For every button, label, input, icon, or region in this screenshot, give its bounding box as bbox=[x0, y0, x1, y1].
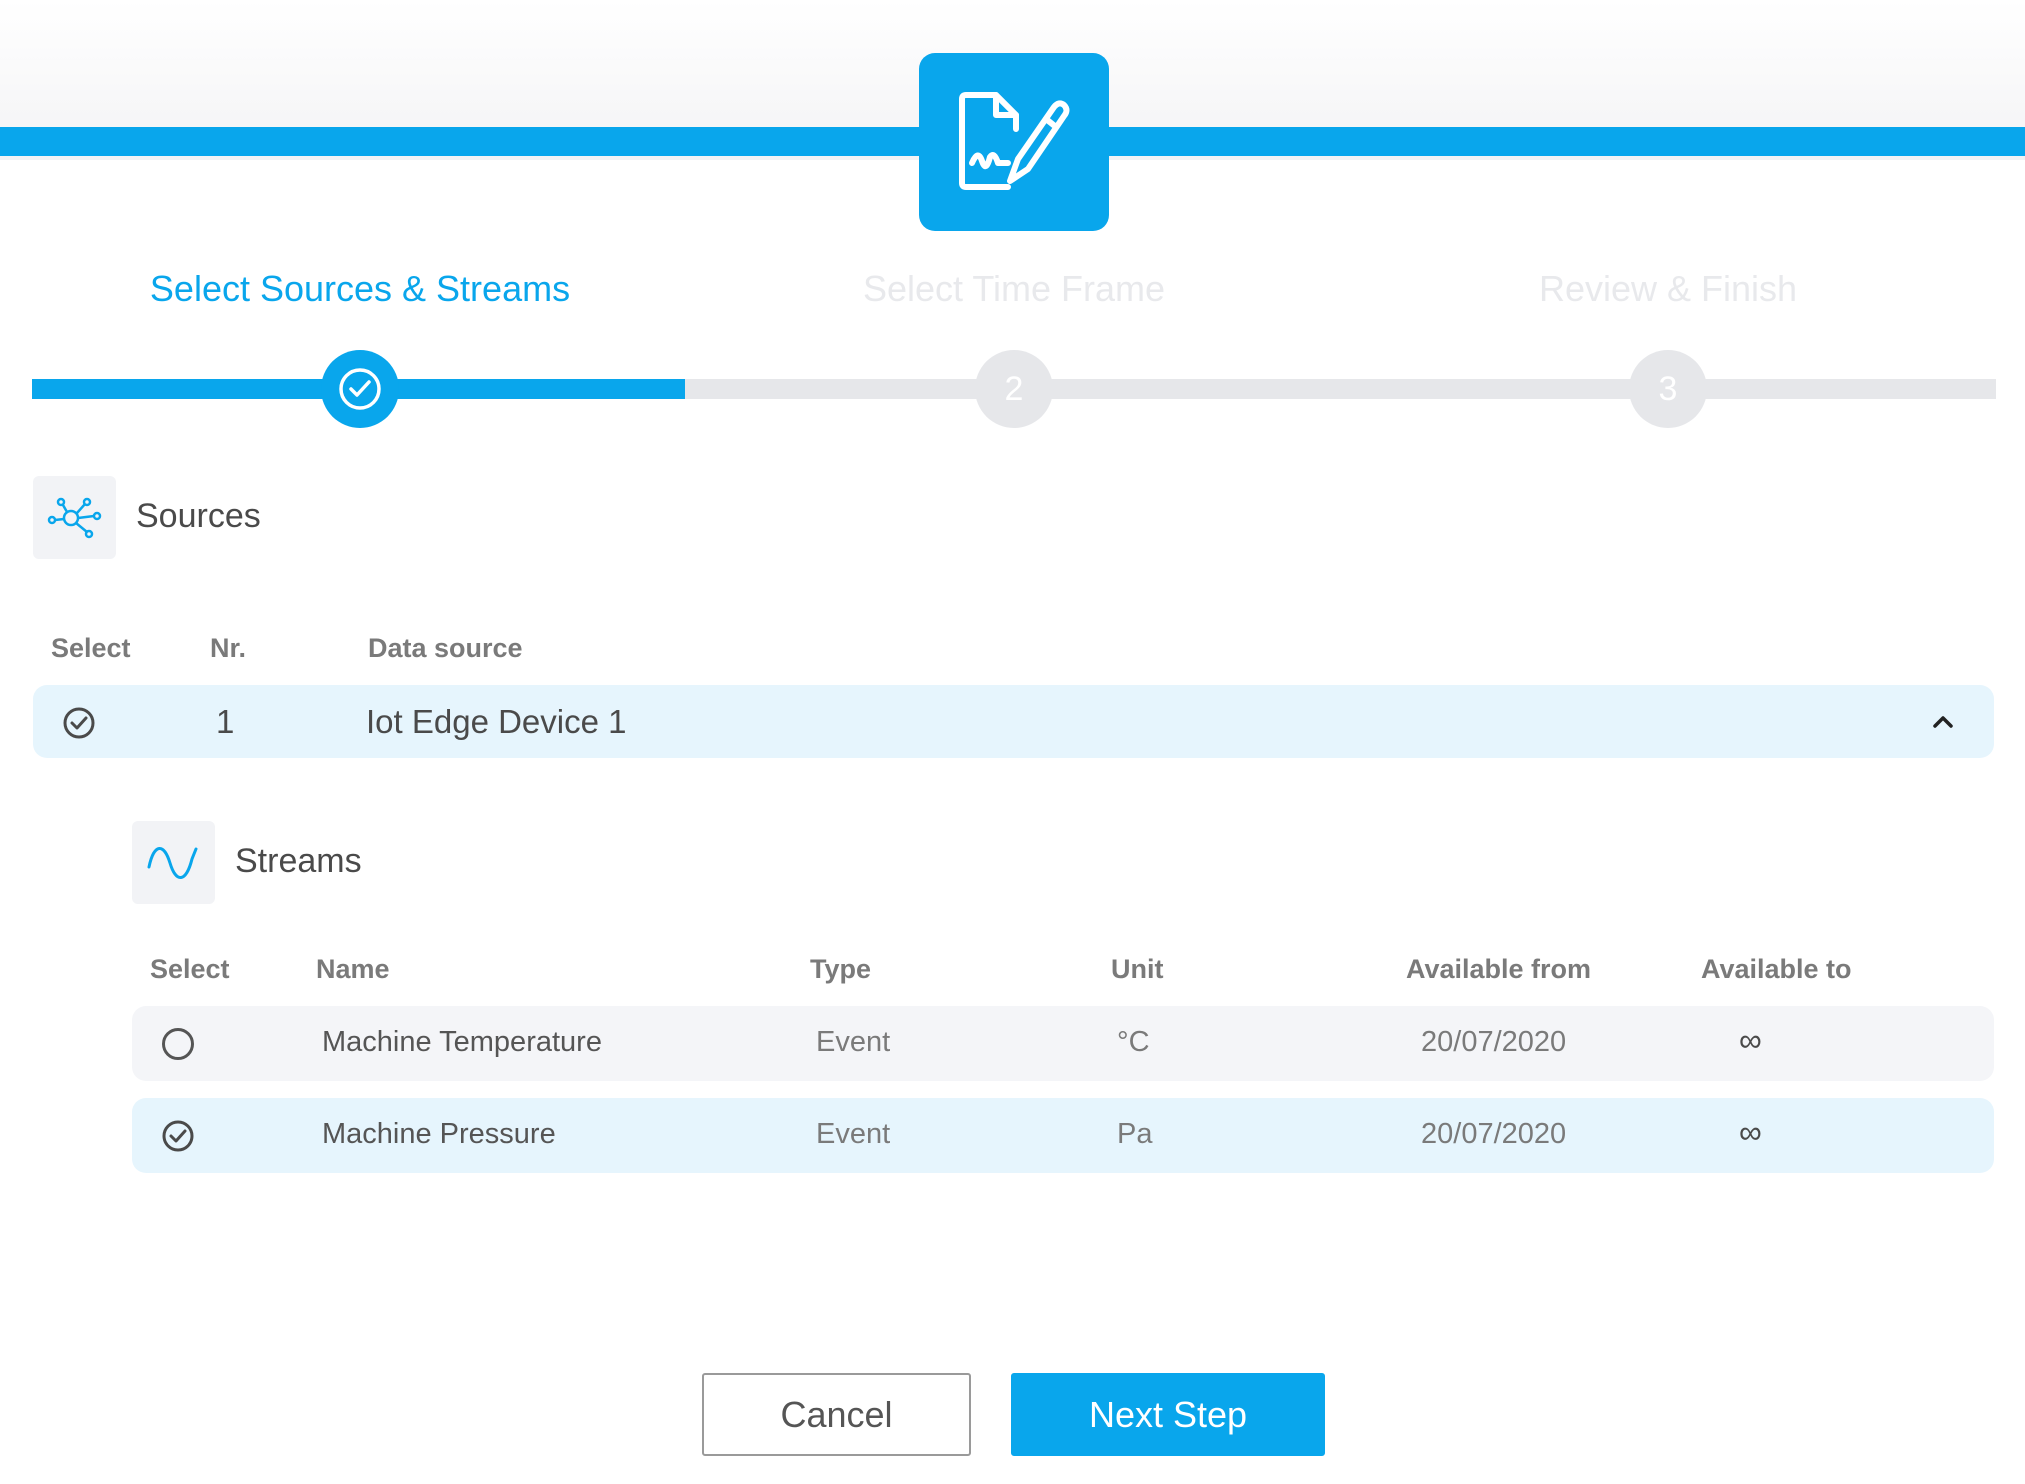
unchecked-radio-icon[interactable] bbox=[162, 1028, 194, 1060]
stream-available-from: 20/07/2020 bbox=[1421, 1118, 1567, 1150]
streams-col-name: Name bbox=[316, 954, 390, 984]
sources-col-data-source: Data source bbox=[368, 633, 523, 663]
stream-row[interactable]: Machine Pressure Event Pa 20/07/2020 ∞ bbox=[132, 1098, 1994, 1173]
checked-circle-icon[interactable] bbox=[62, 706, 96, 740]
streams-col-unit: Unit bbox=[1111, 954, 1164, 984]
streams-section-icon bbox=[132, 821, 215, 904]
stream-name: Machine Temperature bbox=[322, 1026, 602, 1058]
checked-circle-icon[interactable] bbox=[161, 1119, 195, 1153]
step-3-indicator: 3 bbox=[1629, 350, 1707, 428]
streams-col-available-from: Available from bbox=[1406, 954, 1592, 984]
document-signature-icon bbox=[959, 92, 1070, 190]
streams-col-type: Type bbox=[810, 954, 872, 984]
stream-type: Event bbox=[816, 1118, 891, 1150]
stream-unit: °C bbox=[1117, 1026, 1150, 1058]
check-circle-icon bbox=[339, 368, 381, 410]
step-2-indicator: 2 bbox=[975, 350, 1053, 428]
step-3-number: 3 bbox=[1658, 369, 1678, 408]
source-nr: 1 bbox=[216, 703, 235, 740]
source-name: Iot Edge Device 1 bbox=[366, 703, 627, 740]
step-label-select-sources: Select Sources & Streams bbox=[149, 268, 571, 309]
step-label-review-finish: Review & Finish bbox=[1538, 268, 1798, 309]
step-2-number: 2 bbox=[1004, 369, 1024, 408]
chevron-up-icon[interactable] bbox=[1930, 709, 1956, 735]
step-1-indicator bbox=[321, 350, 399, 428]
source-row[interactable]: 1 Iot Edge Device 1 bbox=[33, 685, 1994, 758]
stream-available-to: ∞ bbox=[1739, 1114, 1762, 1150]
sine-wave-icon bbox=[147, 846, 197, 879]
network-nodes-icon bbox=[47, 497, 101, 538]
cancel-button[interactable]: Cancel bbox=[702, 1373, 971, 1456]
streams-title: Streams bbox=[235, 842, 362, 880]
sources-title: Sources bbox=[136, 497, 261, 535]
stream-available-from: 20/07/2020 bbox=[1421, 1026, 1567, 1058]
stream-name: Machine Pressure bbox=[322, 1118, 556, 1150]
header-icon-badge bbox=[919, 53, 1109, 231]
next-step-button[interactable]: Next Step bbox=[1011, 1373, 1325, 1456]
sources-section-icon bbox=[33, 476, 116, 559]
step-label-select-time-frame: Select Time Frame bbox=[862, 268, 1166, 309]
sources-col-select: Select bbox=[51, 633, 131, 663]
stream-row[interactable]: Machine Temperature Event °C 20/07/2020 … bbox=[132, 1006, 1994, 1081]
stream-type: Event bbox=[816, 1026, 891, 1058]
streams-col-select: Select bbox=[150, 954, 230, 984]
streams-col-available-to: Available to bbox=[1701, 954, 1852, 984]
stream-unit: Pa bbox=[1117, 1118, 1153, 1150]
stream-available-to: ∞ bbox=[1739, 1022, 1762, 1058]
sources-col-nr: Nr. bbox=[210, 633, 247, 663]
